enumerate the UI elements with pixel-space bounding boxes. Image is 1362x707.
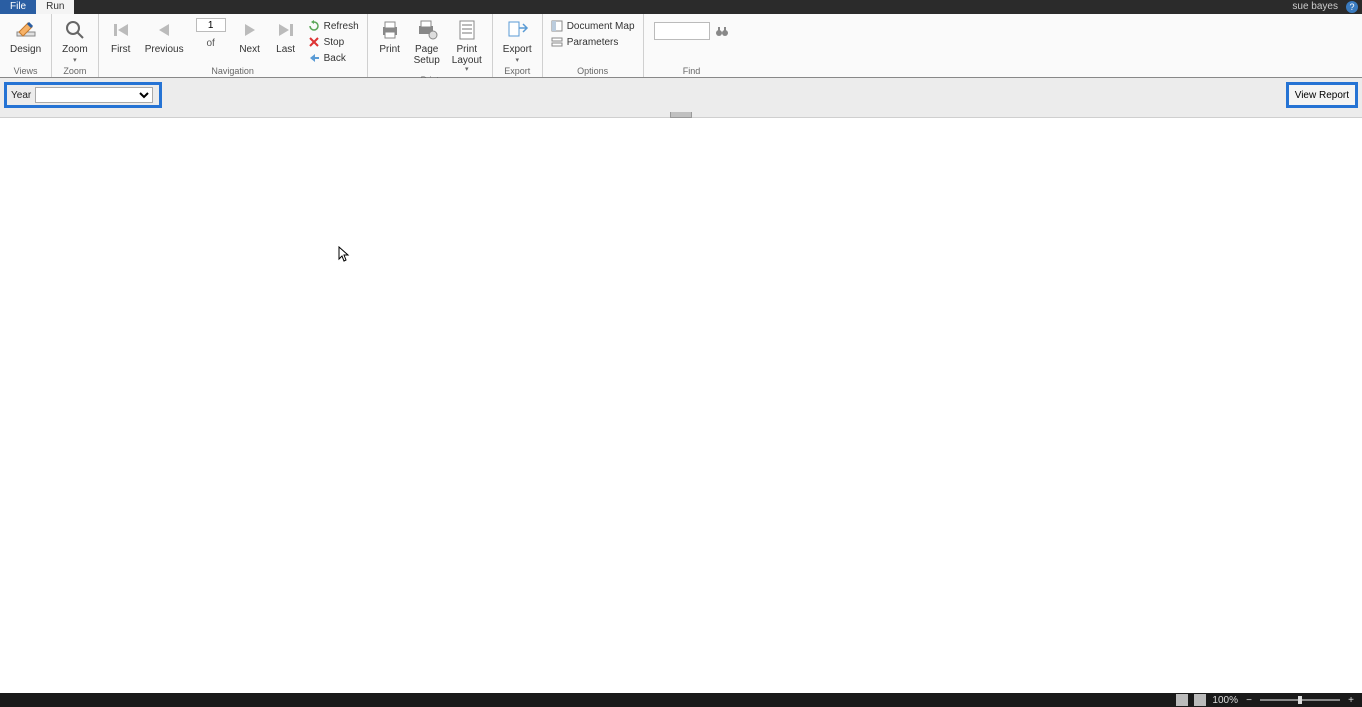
- first-page-icon: [109, 18, 133, 42]
- export-button[interactable]: Export ▾: [497, 16, 538, 66]
- document-map-button[interactable]: Document Map: [547, 18, 639, 34]
- export-label: Export: [503, 44, 532, 55]
- print-layout-label-1: Print: [457, 44, 478, 55]
- tab-run[interactable]: Run: [36, 0, 74, 14]
- zoom-slider-thumb[interactable]: [1298, 696, 1302, 704]
- year-param-label: Year: [11, 90, 31, 101]
- view-report-label: View Report: [1295, 90, 1349, 101]
- group-options: Document Map Parameters Options: [543, 14, 644, 77]
- design-label: Design: [10, 44, 41, 55]
- group-print: Print Page Setup Print Layout ▾ Print: [368, 14, 493, 77]
- parameters-label: Parameters: [567, 37, 619, 48]
- group-navigation-label: Navigation: [103, 66, 363, 77]
- print-icon: [378, 18, 402, 42]
- print-button[interactable]: Print: [372, 16, 408, 55]
- nav-small-stack: Refresh Stop Back: [304, 16, 363, 66]
- group-find-label: Find: [648, 66, 736, 77]
- next-page-icon: [238, 18, 262, 42]
- design-icon: [14, 18, 38, 42]
- parameters-icon: [551, 36, 563, 48]
- group-zoom: Zoom ▾ Zoom: [52, 14, 99, 77]
- document-map-icon: [551, 20, 563, 32]
- previous-page-icon: [152, 18, 176, 42]
- title-bar: File Run sue bayes ?: [0, 0, 1362, 14]
- zoom-slider-track[interactable]: [1260, 699, 1340, 701]
- last-page-label: Last: [276, 44, 295, 55]
- previous-page-label: Previous: [145, 44, 184, 55]
- previous-page-button[interactable]: Previous: [139, 16, 190, 55]
- zoom-dropdown-arrow: ▾: [73, 55, 77, 66]
- last-page-icon: [274, 18, 298, 42]
- last-page-button[interactable]: Last: [268, 16, 304, 55]
- group-export-label: Export: [497, 66, 538, 77]
- group-views-label: Views: [4, 66, 47, 77]
- zoom-in-button[interactable]: +: [1346, 695, 1356, 706]
- group-zoom-label: Zoom: [56, 66, 94, 77]
- cursor-icon: [338, 246, 350, 262]
- back-button[interactable]: Back: [304, 50, 363, 66]
- export-dropdown-arrow: ▾: [515, 55, 519, 66]
- refresh-label: Refresh: [324, 21, 359, 32]
- titlebar-spacer: [74, 0, 1286, 14]
- page-number-control: of: [190, 16, 232, 49]
- parameters-button[interactable]: Parameters: [547, 34, 639, 50]
- tab-file[interactable]: File: [0, 0, 36, 14]
- group-options-label: Options: [547, 66, 639, 77]
- zoom-label: Zoom: [62, 44, 88, 55]
- stop-button[interactable]: Stop: [304, 34, 363, 50]
- back-label: Back: [324, 53, 346, 64]
- refresh-icon: [308, 20, 320, 32]
- print-label: Print: [379, 44, 400, 55]
- ribbon: Design Views Zoom ▾ Zoom: [0, 14, 1362, 78]
- page-setup-label-1: Page: [415, 44, 438, 55]
- print-layout-icon: [455, 18, 479, 42]
- page-of-label: of: [206, 38, 214, 49]
- parameter-bar: Year View Report: [0, 78, 1362, 118]
- help-icon[interactable]: ?: [1346, 1, 1358, 13]
- group-export: Export ▾ Export: [493, 14, 543, 77]
- back-icon: [308, 52, 320, 64]
- page-setup-button[interactable]: Page Setup: [408, 16, 446, 66]
- group-views: Design Views: [0, 14, 52, 77]
- group-find: Find: [644, 14, 740, 77]
- zoom-icon: [63, 18, 87, 42]
- design-button[interactable]: Design: [4, 16, 47, 55]
- status-bar: 100% − +: [0, 693, 1362, 707]
- page-number-input[interactable]: [196, 18, 226, 32]
- year-parameter-field: Year: [4, 82, 162, 108]
- document-map-label: Document Map: [567, 21, 635, 32]
- options-stack: Document Map Parameters: [547, 16, 639, 50]
- print-layout-button[interactable]: Print Layout ▾: [446, 16, 488, 75]
- user-name-label: sue bayes: [1286, 0, 1344, 14]
- status-mode-icon-1[interactable]: [1176, 694, 1188, 706]
- next-page-button[interactable]: Next: [232, 16, 268, 55]
- page-setup-icon: [415, 18, 439, 42]
- group-navigation: First Previous of Next: [99, 14, 368, 77]
- find-next-button[interactable]: [714, 23, 730, 39]
- zoom-percent-label: 100%: [1212, 695, 1238, 706]
- print-layout-dropdown-arrow: ▾: [465, 64, 469, 75]
- first-page-label: First: [111, 44, 130, 55]
- next-page-label: Next: [239, 44, 260, 55]
- zoom-out-button[interactable]: −: [1244, 695, 1254, 706]
- find-input[interactable]: [654, 22, 710, 40]
- view-report-button[interactable]: View Report: [1286, 82, 1358, 108]
- status-mode-icon-2[interactable]: [1194, 694, 1206, 706]
- binoculars-icon: [715, 24, 729, 38]
- report-canvas: [0, 118, 1362, 693]
- zoom-button[interactable]: Zoom ▾: [56, 16, 94, 66]
- year-param-select[interactable]: [35, 87, 153, 103]
- page-setup-label-2: Setup: [414, 55, 440, 66]
- stop-icon: [308, 36, 320, 48]
- refresh-button[interactable]: Refresh: [304, 18, 363, 34]
- first-page-button[interactable]: First: [103, 16, 139, 55]
- export-icon: [505, 18, 529, 42]
- stop-label: Stop: [324, 37, 345, 48]
